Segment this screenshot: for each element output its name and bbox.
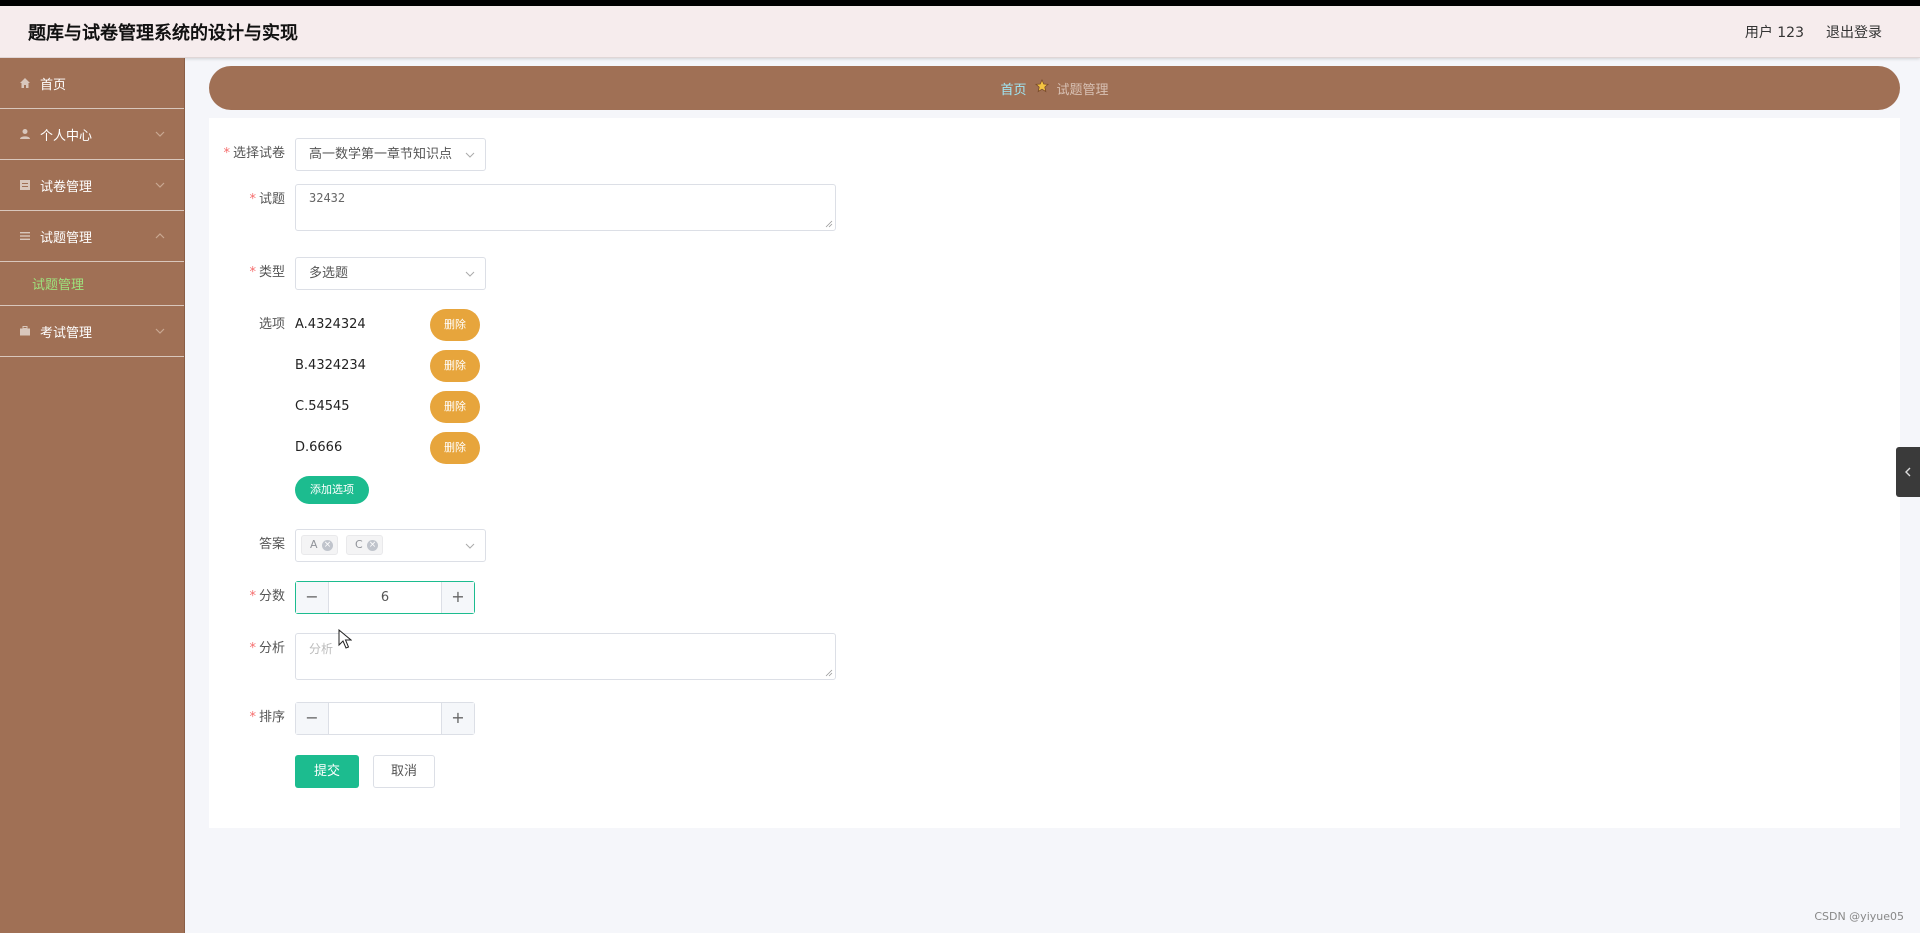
type-label: * 类型 bbox=[249, 265, 285, 280]
add-option-button[interactable]: 添加选项 bbox=[295, 476, 369, 504]
chevron-down-icon bbox=[155, 328, 165, 334]
user-icon bbox=[18, 127, 32, 141]
form-row-order: * 排序 bbox=[209, 702, 295, 734]
delete-option-button[interactable]: 删除 bbox=[430, 391, 480, 423]
logout-link[interactable]: 退出登录 bbox=[1826, 22, 1882, 42]
form-row-paper: * 选择试卷 bbox=[209, 138, 295, 170]
watermark: CSDN @yiyue05 bbox=[1814, 910, 1904, 923]
analysis-placeholder: 分析 bbox=[309, 642, 334, 656]
answer-tag: A × bbox=[301, 535, 338, 555]
close-icon[interactable]: × bbox=[367, 540, 378, 551]
form-row-score: * 分数 bbox=[209, 581, 295, 613]
score-stepper[interactable]: − 6 + bbox=[295, 581, 475, 614]
home-icon bbox=[18, 76, 32, 90]
type-select-value: 多选题 bbox=[309, 266, 349, 281]
score-value[interactable]: 6 bbox=[329, 582, 441, 613]
sidebar-item-label: 考试管理 bbox=[40, 325, 93, 341]
paper-icon bbox=[18, 178, 32, 192]
option-text: C.54545 bbox=[295, 399, 350, 414]
app-header: 题库与试卷管理系统的设计与实现 用户 123 退出登录 bbox=[0, 6, 1920, 58]
sidebar-item-questions[interactable]: 试题管理 bbox=[0, 211, 184, 262]
user-label: 用户 123 bbox=[1744, 25, 1804, 41]
sidebar-item-exams[interactable]: 考试管理 bbox=[0, 306, 184, 357]
option-text: A.4324324 bbox=[295, 317, 366, 332]
delete-option-button[interactable]: 删除 bbox=[430, 309, 480, 341]
score-label: * 分数 bbox=[249, 589, 285, 604]
form-row-analysis: * 分析 bbox=[209, 633, 295, 665]
form-row-question: * 试题 bbox=[209, 184, 295, 216]
order-stepper[interactable]: − + bbox=[295, 702, 475, 735]
form-row-type: * 类型 bbox=[209, 257, 295, 289]
chevron-down-icon bbox=[155, 131, 165, 137]
sidebar-item-home[interactable]: 首页 bbox=[0, 58, 184, 109]
plus-icon[interactable]: + bbox=[441, 582, 474, 613]
chevron-up-icon bbox=[155, 233, 165, 239]
minus-icon[interactable]: − bbox=[296, 703, 329, 734]
breadcrumb-home[interactable]: 首页 bbox=[1000, 79, 1026, 98]
delete-option-button[interactable]: 删除 bbox=[430, 350, 480, 382]
mouse-cursor-icon bbox=[338, 629, 352, 649]
star-icon bbox=[1034, 79, 1049, 97]
resize-handle-icon[interactable] bbox=[825, 220, 833, 228]
delete-option-button[interactable]: 删除 bbox=[430, 432, 480, 464]
sidebar-subitem-questions[interactable]: 试题管理 bbox=[0, 262, 184, 306]
question-textarea[interactable]: 32432 bbox=[295, 184, 836, 231]
options-label: 选项 bbox=[258, 317, 285, 332]
order-label: * 排序 bbox=[249, 710, 285, 725]
plus-icon[interactable]: + bbox=[441, 703, 474, 734]
sidebar-item-label: 试题管理 bbox=[40, 230, 93, 246]
answer-label: 答案 bbox=[258, 537, 285, 552]
chevron-down-icon bbox=[465, 152, 475, 158]
question-value: 32432 bbox=[309, 191, 346, 205]
form-row-answer: 答案 bbox=[209, 529, 295, 561]
sidebar-item-label: 首页 bbox=[40, 77, 67, 93]
option-text: B.4324234 bbox=[295, 358, 366, 373]
question-label: * 试题 bbox=[249, 192, 285, 207]
analysis-label: * 分析 bbox=[249, 641, 285, 656]
main-content: 首页 试题管理 * 选择试卷 高一数学第一章节知识点 * 试题 32432 * 类型 … bbox=[186, 58, 1920, 933]
sidebar-item-papers[interactable]: 试卷管理 bbox=[0, 160, 184, 211]
chevron-down-icon bbox=[465, 271, 475, 277]
sidebar-item-profile[interactable]: 个人中心 bbox=[0, 109, 184, 160]
minus-icon[interactable]: − bbox=[296, 582, 329, 613]
chevron-down-icon bbox=[155, 182, 165, 188]
sidebar-item-label: 个人中心 bbox=[40, 128, 93, 144]
form-row-options: 选项 bbox=[209, 309, 295, 341]
paper-select[interactable]: 高一数学第一章节知识点 bbox=[295, 138, 486, 171]
cancel-button[interactable]: 取消 bbox=[373, 755, 435, 788]
analysis-textarea[interactable]: 分析 bbox=[295, 633, 836, 680]
paper-select-value: 高一数学第一章节知识点 bbox=[309, 147, 453, 162]
app-title: 题库与试卷管理系统的设计与实现 bbox=[28, 22, 298, 44]
breadcrumb: 首页 试题管理 bbox=[209, 66, 1900, 110]
chevron-down-icon bbox=[465, 543, 475, 549]
order-value[interactable] bbox=[329, 703, 441, 734]
header-right: 用户 123 退出登录 bbox=[1745, 6, 1882, 58]
type-select[interactable]: 多选题 bbox=[295, 257, 486, 290]
list-icon bbox=[18, 229, 32, 243]
sidebar-item-label: 试卷管理 bbox=[40, 179, 93, 195]
submit-button[interactable]: 提交 bbox=[295, 755, 359, 788]
option-text: D.6666 bbox=[295, 440, 343, 455]
sidebar: 首页 个人中心 试卷管理 试题管理 试题管理 考试管理 bbox=[0, 58, 185, 933]
chevron-left-icon bbox=[1905, 467, 1911, 477]
answer-tag: C × bbox=[346, 535, 383, 555]
side-panel-toggle[interactable] bbox=[1896, 447, 1920, 497]
briefcase-icon bbox=[18, 324, 32, 338]
resize-handle-icon[interactable] bbox=[825, 669, 833, 677]
close-icon[interactable]: × bbox=[322, 540, 333, 551]
paper-label: * 选择试卷 bbox=[223, 146, 285, 161]
breadcrumb-current: 试题管理 bbox=[1056, 82, 1109, 98]
form-card: * 选择试卷 高一数学第一章节知识点 * 试题 32432 * 类型 多选题 选项 A… bbox=[209, 118, 1900, 828]
